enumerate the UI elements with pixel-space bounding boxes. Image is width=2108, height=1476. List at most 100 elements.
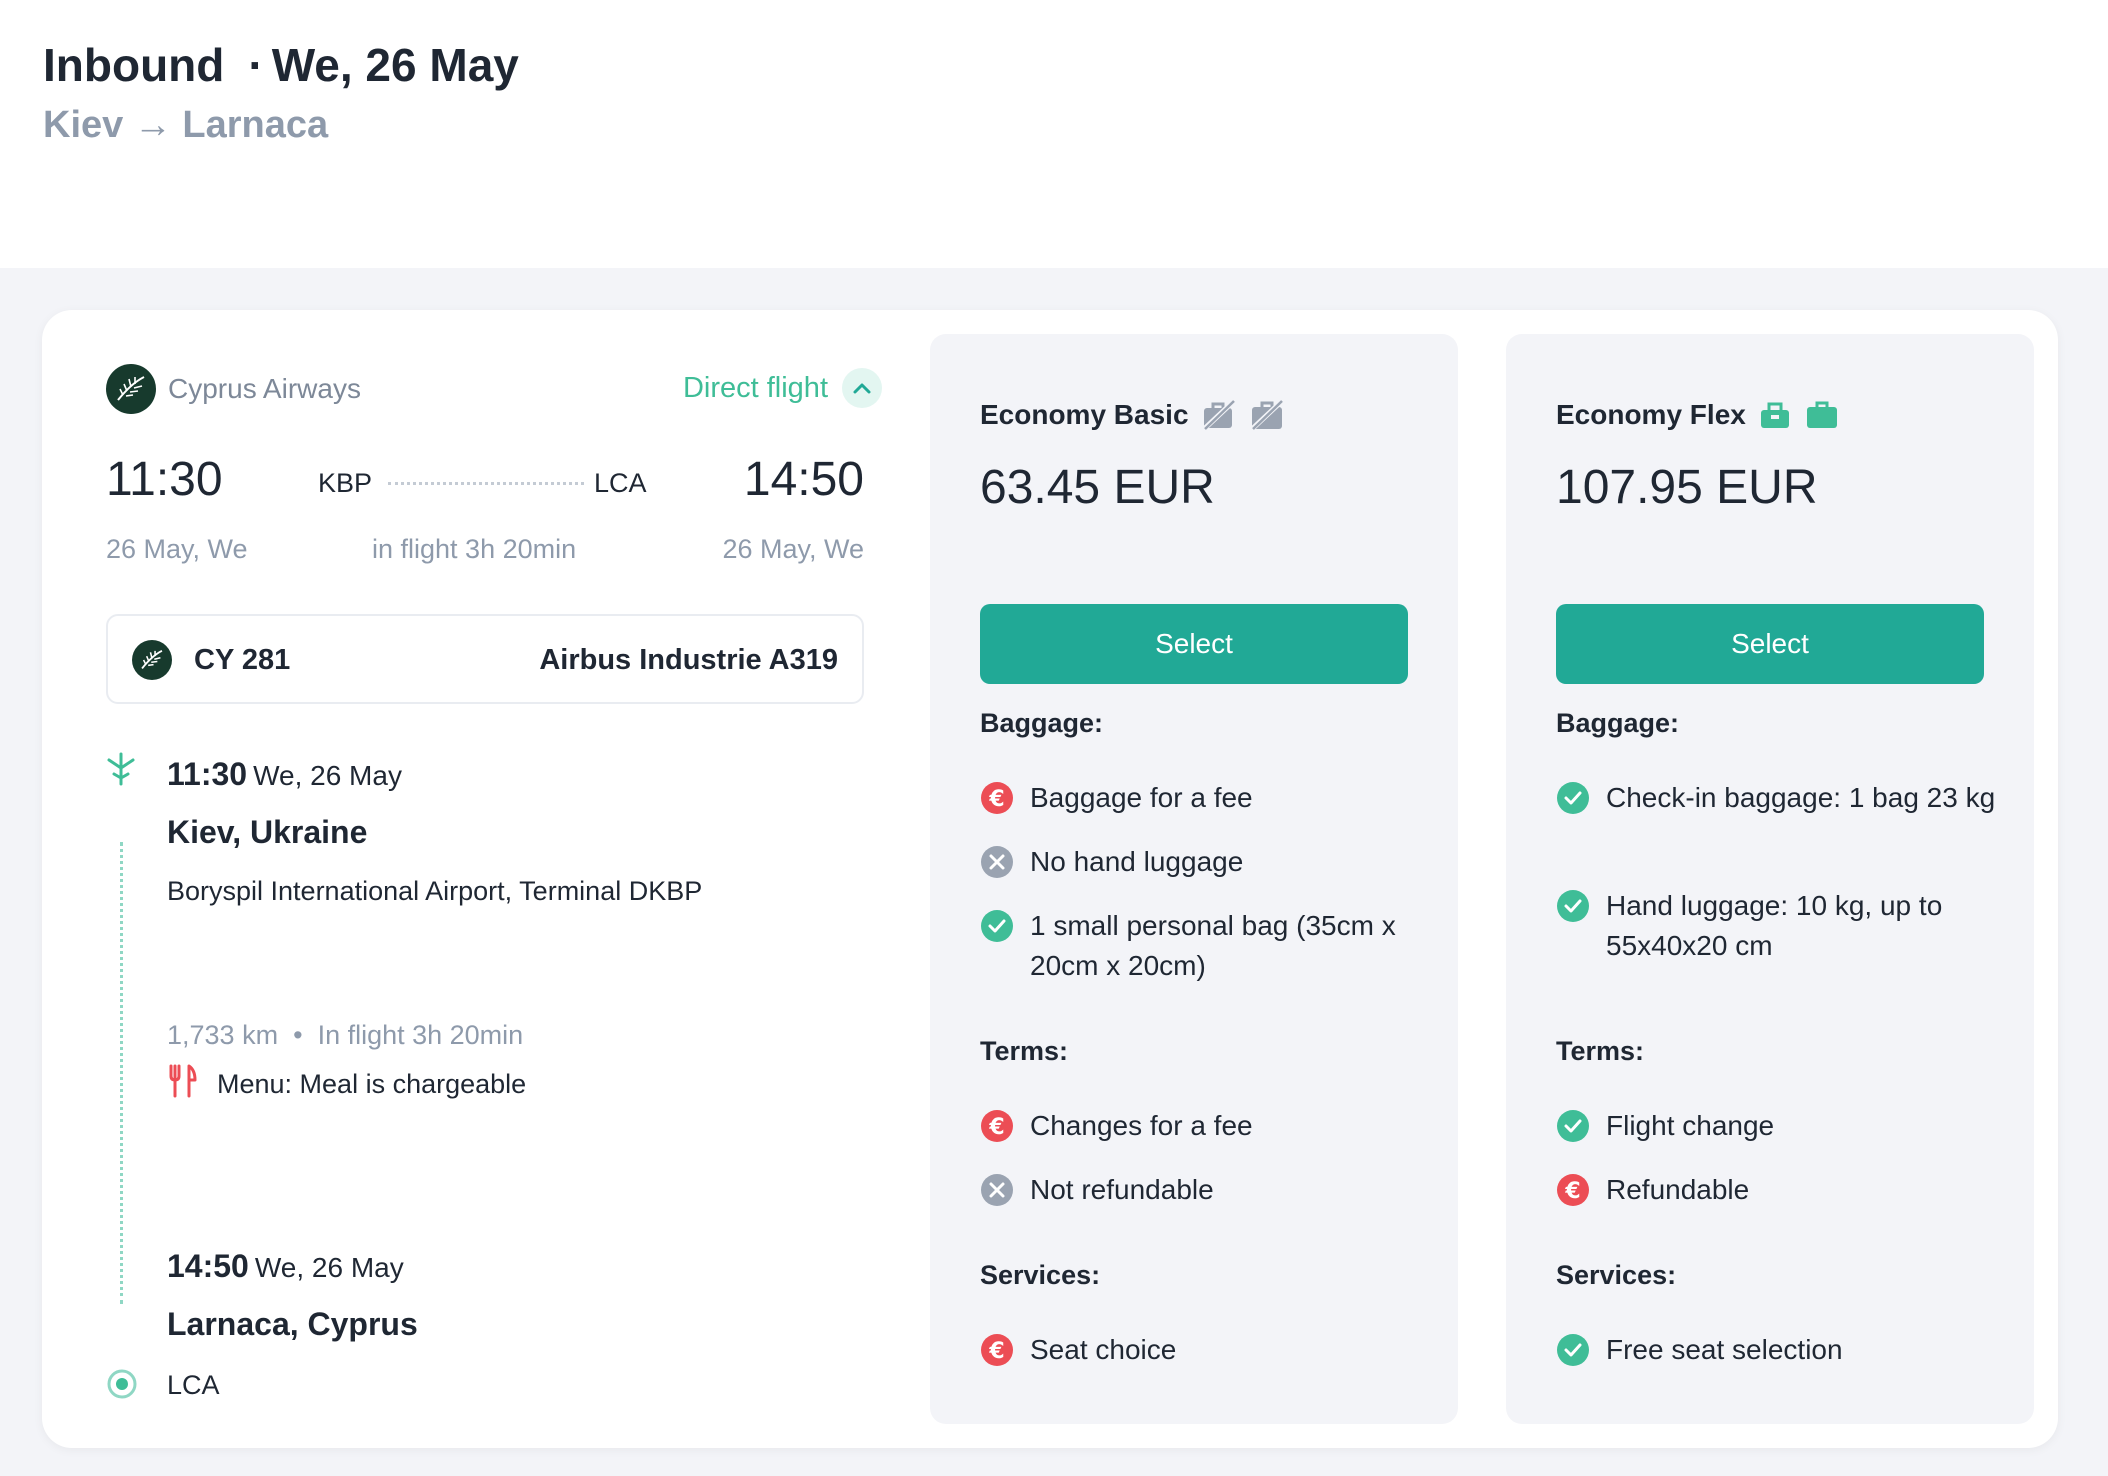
- x-circle-icon: [981, 1174, 1013, 1206]
- direct-flight-toggle[interactable]: Direct flight: [683, 368, 882, 408]
- departure-time: 11:30: [106, 453, 223, 506]
- baggage-title: Baggage:: [1556, 708, 1680, 738]
- euro-fee-icon: €: [981, 1110, 1013, 1142]
- segment-dep-date: We, 26 May: [253, 760, 402, 791]
- airline-row: Cyprus Airways: [106, 364, 361, 414]
- fare-title: Economy Flex: [1556, 398, 1840, 432]
- hand-luggage-icon: [1760, 402, 1789, 428]
- airline-name: Cyprus Airways: [168, 373, 361, 404]
- item-text: No hand luggage: [1030, 846, 1244, 877]
- checked-baggage-icon: [1806, 401, 1837, 428]
- item-text: Refundable: [1606, 1174, 1750, 1205]
- services-item: Free seat selection: [1556, 1330, 1996, 1370]
- check-circle-icon: [981, 910, 1013, 942]
- services-title: Services:: [980, 1260, 1101, 1290]
- page-title: Inbound · We, 26 May: [43, 38, 519, 92]
- header-date: We, 26 May: [271, 39, 519, 91]
- in-flight-time: In flight 3h 20min: [317, 1020, 524, 1050]
- fare-price: 107.95 EUR: [1556, 461, 1818, 514]
- terms-item: Flight change: [1556, 1106, 1996, 1146]
- item-text: Check-in baggage: 1 bag 23 kg: [1606, 782, 1996, 813]
- no-hand-luggage-icon: [1200, 398, 1237, 432]
- check-circle-icon: [1557, 1110, 1589, 1142]
- svg-text:€: €: [988, 787, 1004, 812]
- item-text: Baggage for a fee: [1030, 782, 1253, 813]
- check-circle-icon: [1557, 782, 1589, 814]
- segment-dep-time: 11:30: [167, 756, 248, 792]
- distance: 1,733 km: [167, 1020, 279, 1050]
- arrow-right-icon: →: [133, 104, 172, 146]
- flight-info-box: CY 281 Airbus Industrie A319: [106, 614, 864, 704]
- timeline-line: [120, 842, 123, 1304]
- airline-logo-icon: [106, 364, 156, 414]
- menu-text: Menu: Meal is chargeable: [217, 1069, 527, 1099]
- departure-date: 26 May, We: [106, 534, 248, 564]
- item-text: Seat choice: [1030, 1334, 1177, 1365]
- baggage-item: Check-in baggage: 1 bag 23 kg: [1556, 778, 1996, 818]
- x-circle-icon: [981, 846, 1013, 878]
- flight-meta: 1,733 km • In flight 3h 20min: [167, 1020, 523, 1051]
- svg-text:€: €: [1564, 1179, 1580, 1204]
- svg-text:€: €: [988, 1339, 1004, 1364]
- flight-number: CY 281: [194, 644, 291, 676]
- terms-title: Terms:: [1556, 1036, 1645, 1066]
- fare-economy-flex: Economy Flex 107.95 EUR Select Baggage: …: [1506, 334, 2034, 1424]
- baggage-item: Hand luggage: 10 kg, up to 55x40x20 cm: [1556, 886, 1996, 966]
- route-to: Larnaca: [182, 104, 329, 146]
- baggage-item: No hand luggage: [980, 842, 1420, 882]
- check-circle-icon: [1557, 1334, 1589, 1366]
- flight-card: Cyprus Airways Direct flight 11:30 KBP L…: [42, 310, 2058, 1448]
- direct-flight-label: Direct flight: [682, 371, 828, 404]
- select-button[interactable]: Select: [980, 604, 1408, 684]
- arrival-segment-time: 14:50 We, 26 May: [167, 1248, 404, 1285]
- bullet: •: [285, 1020, 311, 1050]
- check-circle-icon: [1557, 890, 1589, 922]
- baggage-item: € Baggage for a fee: [980, 778, 1420, 818]
- arrival-date: 26 May, We: [722, 534, 864, 564]
- fare-price: 63.45 EUR: [980, 461, 1215, 514]
- select-button[interactable]: Select: [1556, 604, 1984, 684]
- item-text: Flight change: [1606, 1110, 1775, 1141]
- item-text: 1 small personal bag (35cm x 20cm x 20cm…: [1030, 910, 1396, 981]
- aircraft-type: Airbus Industrie A319: [539, 644, 838, 676]
- departure-airport: Boryspil International Airport, Terminal…: [167, 876, 703, 906]
- separator-dot: ·: [248, 39, 264, 91]
- departure-city: Kiev, Ukraine: [167, 814, 368, 850]
- fare-name: Economy Basic: [980, 399, 1189, 430]
- arrival-iata: LCA: [594, 468, 647, 498]
- direction-label: Inbound: [43, 39, 225, 91]
- route-from: Kiev: [43, 104, 124, 146]
- euro-fee-icon: €: [1557, 1174, 1589, 1206]
- services-item: € Seat choice: [980, 1330, 1420, 1370]
- flight-duration: in flight 3h 20min: [372, 534, 577, 564]
- route-subtitle: Kiev → Larnaca: [43, 104, 328, 147]
- takeoff-icon: [106, 752, 136, 791]
- services-title: Services:: [1556, 1260, 1677, 1290]
- no-checked-baggage-icon: [1248, 398, 1285, 432]
- destination-pin-icon: [106, 1368, 138, 1405]
- meal-info: Menu: Meal is chargeable: [167, 1064, 526, 1105]
- departure-segment-time: 11:30 We, 26 May: [167, 756, 402, 793]
- terms-item: € Changes for a fee: [980, 1106, 1420, 1146]
- fare-name: Economy Flex: [1556, 399, 1746, 430]
- terms-item: Not refundable: [980, 1170, 1420, 1210]
- fare-title: Economy Basic: [980, 398, 1285, 432]
- route-dots: [388, 482, 584, 485]
- terms-title: Terms:: [980, 1036, 1069, 1066]
- item-text: Free seat selection: [1606, 1334, 1843, 1365]
- arrival-time: 14:50: [743, 453, 864, 506]
- item-text: Not refundable: [1030, 1174, 1214, 1205]
- departure-iata: KBP: [318, 468, 373, 498]
- euro-fee-icon: €: [981, 782, 1013, 814]
- header-spacer: [0, 178, 2108, 268]
- item-text: Changes for a fee: [1030, 1110, 1253, 1141]
- segment-arr-time: 14:50: [167, 1248, 249, 1284]
- item-text: Hand luggage: 10 kg, up to 55x40x20 cm: [1606, 890, 1943, 961]
- svg-text:€: €: [988, 1115, 1004, 1140]
- terms-item: € Refundable: [1556, 1170, 1996, 1210]
- fare-economy-basic: Economy Basic 63.45 EUR Select Baggage: …: [930, 334, 1458, 1424]
- fork-knife-icon: [167, 1064, 197, 1105]
- baggage-title: Baggage:: [980, 708, 1104, 738]
- chevron-up-icon: [842, 368, 882, 408]
- baggage-item: 1 small personal bag (35cm x 20cm x 20cm…: [980, 906, 1420, 986]
